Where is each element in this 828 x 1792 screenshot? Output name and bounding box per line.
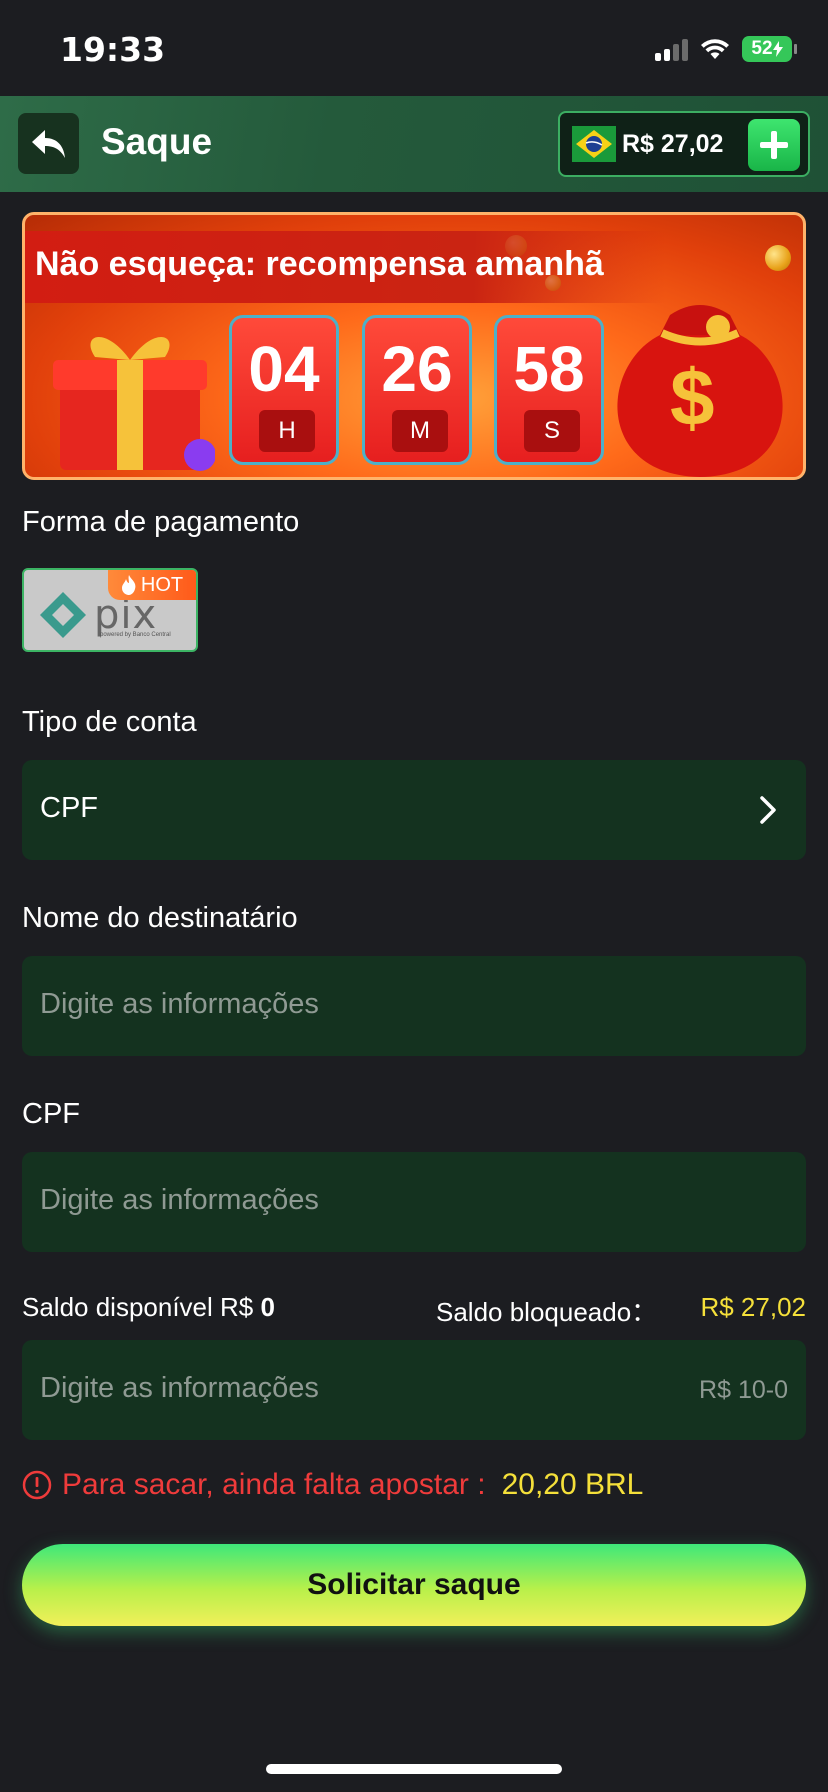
battery-icon: 52 (742, 36, 797, 62)
hot-badge: HOT (108, 570, 196, 600)
plus-icon (760, 131, 788, 159)
status-time: 19:33 (60, 30, 166, 69)
cpf-placeholder: Digite as informações (40, 1184, 319, 1216)
withdraw-amount-input[interactable]: Digite as informações R$ 10-0 (22, 1340, 806, 1440)
banner-title: Não esqueça: recompensa amanhã (35, 245, 604, 283)
account-type-select[interactable]: CPF (22, 760, 806, 860)
available-balance-label: Saldo disponível R$ (22, 1292, 254, 1322)
promo-banner[interactable]: $ Não esqueça: recompensa amanhã 04 H 26… (22, 212, 806, 480)
page-title: Saque (101, 121, 213, 162)
wager-warning: Para sacar, ainda falta apostar : 20,20 … (22, 1468, 643, 1502)
deposit-add-button[interactable] (748, 119, 800, 171)
wifi-icon (701, 39, 729, 59)
blocked-balance-label: Saldo bloqueado： (436, 1297, 658, 1327)
blocked-balance-value: R$ 27,02 (700, 1292, 806, 1322)
wager-warning-value: 20,20 BRL (501, 1468, 644, 1501)
pix-logo-icon (40, 592, 86, 638)
timer-seconds: 58 S (494, 315, 604, 465)
withdraw-amount-range: R$ 10-0 (699, 1376, 788, 1404)
cellular-signal-icon (655, 37, 688, 61)
available-balance: Saldo disponível R$ 0 (22, 1292, 275, 1323)
status-bar: 19:33 52 (0, 0, 828, 96)
balance-amount: R$ 27,02 (622, 129, 724, 158)
timer-minutes-unit: M (392, 410, 448, 452)
pix-subtitle: powered by Banco Central (100, 632, 171, 638)
recipient-name-placeholder: Digite as informações (40, 988, 319, 1020)
flame-icon (121, 575, 136, 595)
gift-box-icon (53, 337, 215, 471)
account-type-label: Tipo de conta (22, 706, 197, 738)
cpf-label: CPF (22, 1098, 80, 1130)
request-withdrawal-button[interactable]: Solicitar saque (22, 1544, 806, 1626)
battery-level: 52 (751, 38, 773, 59)
back-arrow-icon (31, 129, 65, 158)
back-button[interactable] (18, 113, 79, 174)
recipient-name-input[interactable]: Digite as informações (22, 956, 806, 1056)
home-indicator (266, 1764, 562, 1774)
payment-method-label: Forma de pagamento (22, 506, 300, 538)
wager-warning-text: Para sacar, ainda falta apostar : (62, 1468, 486, 1501)
cpf-input[interactable]: Digite as informações (22, 1152, 806, 1252)
timer-seconds-value: 58 (513, 333, 585, 405)
payment-method-pix[interactable]: pix powered by Banco Central HOT (22, 568, 198, 652)
status-icons: 52 (655, 34, 797, 64)
timer-hours-value: 04 (248, 333, 320, 405)
timer-minutes: 26 M (362, 315, 472, 465)
top-app-bar: Saque R$ 27,02 (0, 96, 828, 192)
chevron-right-icon (760, 796, 776, 824)
hot-badge-label: HOT (140, 573, 184, 596)
account-type-value: CPF (40, 792, 98, 824)
charging-bolt-icon (772, 41, 783, 57)
timer-seconds-unit: S (524, 410, 580, 452)
warning-circle-icon (22, 1470, 52, 1500)
available-balance-value: 0 (260, 1292, 275, 1322)
timer-minutes-value: 26 (381, 333, 453, 405)
withdraw-amount-placeholder: Digite as informações (40, 1372, 319, 1404)
balance-display: R$ 27,02 (558, 111, 810, 177)
svg-text:$: $ (670, 353, 715, 442)
brazil-flag-icon (572, 122, 616, 166)
timer-hours: 04 H (229, 315, 339, 465)
recipient-name-label: Nome do destinatário (22, 902, 298, 934)
timer-hours-unit: H (259, 410, 315, 452)
